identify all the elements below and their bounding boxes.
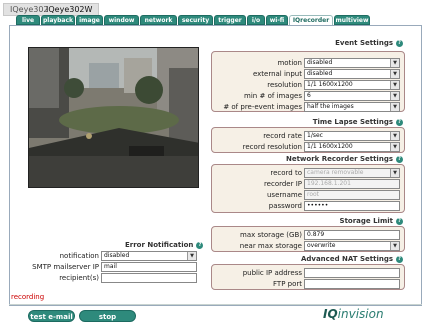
chevron-down-icon: ▼ (390, 242, 399, 250)
chevron-down-icon: ▼ (390, 92, 399, 100)
time-lapse-panel: record rate 1/sec ▼ record resolution 1/1… (211, 127, 405, 153)
help-icon[interactable]: ? (396, 155, 403, 163)
chevron-down-icon: ▼ (187, 252, 196, 260)
record-to-row: record to camera removable ▼ (212, 168, 404, 178)
storage-limit-title: Storage Limit? (340, 217, 403, 225)
min-images-row: min # of images 6 ▼ (212, 91, 404, 101)
recipients-input[interactable] (101, 273, 197, 283)
iqinvision-logo: IQinvision (323, 307, 384, 321)
near-max-storage-row: near max storage overwrite ▼ (212, 241, 404, 251)
record-resolution-row: record resolution 1/1 1600x1200 ▼ (212, 142, 404, 152)
test-email-button[interactable]: test e-mail (28, 310, 75, 322)
chevron-down-icon: ▼ (390, 169, 399, 177)
ftp-port-input[interactable] (304, 279, 400, 289)
network-recorder-panel: record to camera removable ▼ recorder IP … (211, 164, 405, 213)
tab-window[interactable]: window (104, 15, 139, 25)
help-icon[interactable]: ? (396, 118, 403, 126)
settings-frame: Event Settings? motion disabled ▼ externa… (9, 25, 422, 306)
brand-label: IQeye302 (10, 5, 49, 14)
chevron-down-icon: ▼ (390, 59, 399, 67)
model-label: IQeye302W (46, 5, 93, 14)
event-settings-panel: motion disabled ▼ external input disabled… (211, 51, 405, 112)
advanced-nat-panel: public IP address FTP port (211, 264, 405, 290)
tab-trigger[interactable]: trigger (214, 15, 246, 25)
tab-wifi[interactable]: wi-fi (266, 15, 288, 25)
smtp-server-input[interactable]: mail (101, 262, 197, 272)
chevron-down-icon: ▼ (390, 81, 399, 89)
tab-security[interactable]: security (178, 15, 213, 25)
smtp-row: SMTP mailserver IP mail (29, 262, 201, 272)
external-input-row: external input disabled ▼ (212, 69, 404, 79)
tab-network[interactable]: network (140, 15, 177, 25)
time-lapse-title: Time Lapse Settings? (313, 118, 403, 126)
recorder-ip-row: recorder IP 192.168.1.201 (212, 179, 404, 189)
error-notification-panel: notification disabled ▼ SMTP mailserver I… (28, 248, 202, 284)
help-icon[interactable]: ? (396, 217, 403, 225)
notification-select[interactable]: disabled ▼ (101, 251, 197, 261)
tab-image[interactable]: image (76, 15, 103, 25)
camera-preview-image (28, 47, 199, 188)
recorder-ip-input[interactable]: 192.168.1.201 (304, 179, 400, 189)
resolution-select[interactable]: 1/1 1600x1200 ▼ (304, 80, 400, 90)
chevron-down-icon: ▼ (390, 132, 399, 140)
motion-select[interactable]: disabled ▼ (304, 58, 400, 68)
record-to-select[interactable]: camera removable ▼ (304, 168, 400, 178)
network-recorder-title: Network Recorder Settings? (286, 155, 403, 163)
chevron-down-icon: ▼ (390, 143, 399, 151)
record-rate-row: record rate 1/sec ▼ (212, 131, 404, 141)
chevron-down-icon: ▼ (390, 70, 399, 78)
recipients-row: recipient(s) (29, 273, 201, 283)
footer-divider (9, 304, 422, 305)
password-input[interactable]: •••••• (304, 201, 400, 211)
username-row: username root (212, 190, 404, 200)
notification-row: notification disabled ▼ (29, 251, 201, 261)
stop-recording-button[interactable]: stop recording (79, 310, 136, 333)
pre-event-images-row: # of pre-event images half the images ▼ (212, 102, 404, 112)
tab-playback[interactable]: playback (41, 15, 75, 25)
max-storage-input[interactable]: 0.879 (304, 230, 400, 240)
pre-event-images-select[interactable]: half the images ▼ (304, 102, 400, 112)
min-images-select[interactable]: 6 ▼ (304, 91, 400, 101)
help-icon[interactable]: ? (396, 255, 403, 263)
help-icon[interactable]: ? (396, 39, 403, 47)
near-max-storage-select[interactable]: overwrite ▼ (304, 241, 400, 251)
resolution-row: resolution 1/1 1600x1200 ▼ (212, 80, 404, 90)
storage-limit-panel: max storage (GB) 0.879 near max storage … (211, 226, 405, 252)
advanced-nat-title: Advanced NAT Settings? (301, 255, 403, 263)
recording-status: recording (11, 293, 45, 301)
tab-io[interactable]: i/o (247, 15, 265, 25)
chevron-down-icon: ▼ (390, 103, 399, 111)
motion-row: motion disabled ▼ (212, 58, 404, 68)
public-ip-row: public IP address (212, 268, 404, 278)
record-resolution-select[interactable]: 1/1 1600x1200 ▼ (304, 142, 400, 152)
external-input-select[interactable]: disabled ▼ (304, 69, 400, 79)
public-ip-input[interactable] (304, 268, 400, 278)
record-rate-select[interactable]: 1/sec ▼ (304, 131, 400, 141)
max-storage-row: max storage (GB) 0.879 (212, 230, 404, 240)
tab-multiview[interactable]: multiview (334, 15, 370, 25)
event-settings-title: Event Settings? (335, 39, 403, 47)
username-input[interactable]: root (304, 190, 400, 200)
password-row: password •••••• (212, 201, 404, 211)
tab-live[interactable]: live (16, 15, 40, 25)
ftp-port-row: FTP port (212, 279, 404, 289)
